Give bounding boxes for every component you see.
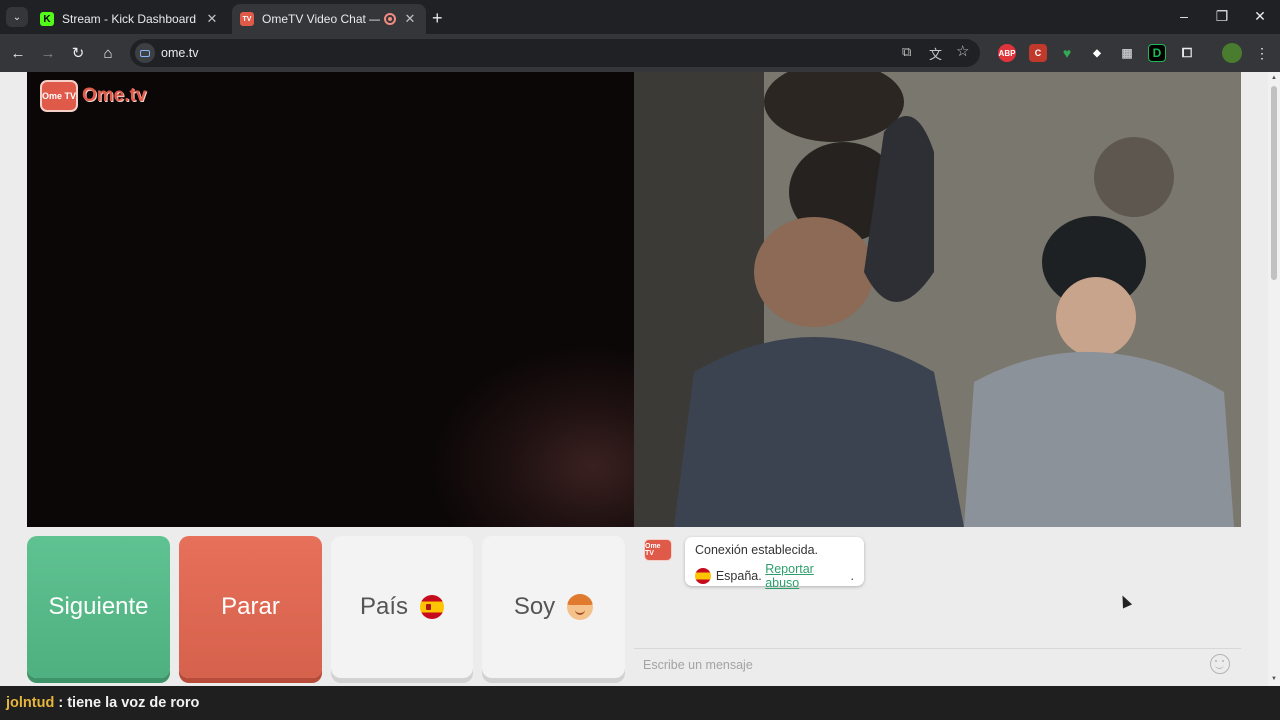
spain-flag-icon [695, 568, 711, 584]
tab-title: Stream - Kick Dashboard [62, 12, 197, 26]
scrollbar-thumb[interactable] [1271, 86, 1277, 280]
country-button-label: País [359, 593, 409, 620]
back-icon[interactable]: ← [8, 43, 28, 63]
emoji-icon[interactable] [1210, 654, 1230, 674]
url-text[interactable]: ome.tv [161, 46, 199, 60]
stream-chat-overlay: jolntud : tiene la voz de roro [0, 686, 1280, 720]
tab-ometv[interactable]: TV OmeTV Video Chat — Ome ✕ [232, 4, 426, 34]
close-tab-icon[interactable]: ✕ [204, 11, 220, 27]
extension-diamond-icon[interactable]: ◆ [1088, 44, 1106, 62]
message-input[interactable] [643, 655, 1203, 675]
extensions-puzzle-icon[interactable]: ⧠ [1178, 44, 1196, 62]
connection-status: Conexión establecida. [695, 543, 818, 557]
home-icon[interactable]: ⌂ [98, 43, 118, 63]
kick-icon: K [40, 12, 54, 26]
recording-icon [384, 13, 396, 25]
tv-logo-icon: Ome TV [40, 80, 78, 112]
local-video [27, 72, 634, 527]
tab-strip: ⌄ K Stream - Kick Dashboard ✕ TV OmeTV V… [0, 0, 1280, 34]
address-bar[interactable]: ome.tv ⧉ 文 ☆ [130, 39, 980, 67]
scroll-down-icon[interactable]: ▼ [1270, 676, 1278, 682]
boy-emoji-icon [567, 594, 594, 620]
next-button-label: Siguiente [48, 593, 149, 620]
ometv-chat-logo-icon: Ome TV [644, 539, 672, 561]
extension-grid-icon[interactable]: ▦ [1118, 44, 1136, 62]
gender-select-button[interactable]: Soy [482, 536, 625, 678]
camera-permission-icon[interactable] [135, 43, 155, 63]
extension-green-leaf-icon[interactable]: ♥ [1058, 44, 1076, 62]
remote-video [634, 72, 1241, 527]
system-message: Conexión establecida. España. Reportar a… [685, 537, 864, 590]
minimize-icon[interactable]: – [1164, 8, 1204, 24]
profile-avatar[interactable] [1222, 43, 1242, 63]
partner-country: España. [715, 569, 762, 583]
page-scrollbar[interactable]: ▲ ▼ [1268, 72, 1280, 686]
install-app-icon[interactable]: ⧉ [902, 44, 911, 60]
extension-red-icon[interactable]: C [1029, 44, 1047, 62]
report-suffix: . [850, 569, 854, 583]
extension-d-icon[interactable]: D [1148, 44, 1166, 62]
overlay-chat-message: jolntud : tiene la voz de roro [6, 695, 199, 711]
next-button[interactable]: Siguiente [27, 536, 170, 678]
forward-icon[interactable]: → [38, 43, 58, 63]
scroll-up-icon[interactable]: ▲ [1270, 75, 1278, 81]
tab-search-button[interactable]: ⌄ [6, 7, 28, 27]
close-tab-icon[interactable]: ✕ [402, 11, 418, 27]
abp-icon[interactable]: ABP [998, 44, 1016, 62]
ometv-icon: TV [240, 12, 254, 26]
ometv-logo[interactable]: Ome TV Ome.tv [40, 80, 146, 112]
stop-button-label: Parar [221, 593, 280, 620]
country-select-button[interactable]: País [331, 536, 473, 678]
logo-text: Ome.tv [82, 85, 147, 106]
spain-flag-icon [420, 595, 445, 619]
maximize-icon[interactable]: ❐ [1202, 8, 1242, 25]
remote-video-frame [634, 72, 1241, 527]
gender-button-label: Soy [513, 593, 556, 620]
chat-panel: Ome TV Conexión establecida. España. Rep… [634, 527, 1241, 679]
bookmark-star-icon[interactable]: ☆ [956, 42, 969, 60]
mouse-cursor-icon [1117, 593, 1133, 609]
menu-kebab-icon[interactable]: ⋮ [1252, 43, 1272, 63]
tab-title: OmeTV Video Chat — Ome [262, 12, 380, 26]
stop-button[interactable]: Parar [179, 536, 322, 678]
chat-text: : tiene la voz de roro [54, 695, 200, 711]
browser-toolbar: ← → ↻ ⌂ ome.tv ⧉ 文 ☆ ABP C ♥ ◆ ▦ D ⧠ ⋮ [0, 34, 1280, 72]
reload-icon[interactable]: ↻ [68, 43, 88, 63]
chat-username: jolntud [6, 695, 55, 711]
message-input-row [634, 648, 1241, 679]
new-tab-button[interactable]: + [432, 8, 443, 29]
tab-kick-dashboard[interactable]: K Stream - Kick Dashboard ✕ [32, 4, 228, 34]
report-abuse-link[interactable]: Reportar abuso [765, 562, 850, 590]
close-window-icon[interactable]: ✕ [1240, 8, 1280, 25]
translate-icon[interactable]: 文 [929, 44, 942, 63]
